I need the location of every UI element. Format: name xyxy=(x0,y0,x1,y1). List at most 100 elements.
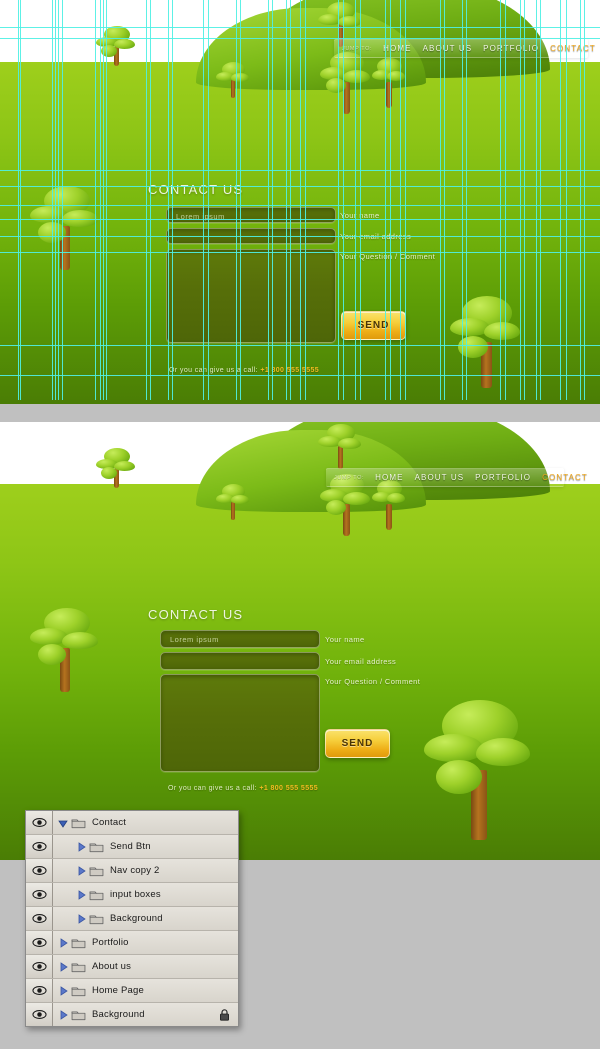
nav-item-portfolio[interactable]: PORTFOLIO xyxy=(483,44,539,53)
tree-top-right xyxy=(372,58,406,108)
layer-body[interactable]: Background xyxy=(53,1003,238,1026)
layer-row[interactable]: Contact xyxy=(26,811,238,835)
call-prefix-preview: Or you can give us a call: xyxy=(168,785,260,792)
eye-icon[interactable] xyxy=(31,960,47,973)
layer-row[interactable]: Background xyxy=(26,907,238,931)
folder-icon xyxy=(89,867,104,876)
folder-icon xyxy=(89,915,104,924)
name-label-preview: Your name xyxy=(325,635,365,644)
eye-icon[interactable] xyxy=(31,840,47,853)
call-number-top: +1 800 555 5555 xyxy=(260,367,320,374)
tree-top-bottomright xyxy=(450,296,522,388)
chevron-right-icon[interactable] xyxy=(75,889,87,901)
nav-item-home[interactable]: HOME xyxy=(383,44,411,53)
nav-item-home-preview[interactable]: HOME xyxy=(375,473,403,482)
layer-body[interactable]: Contact xyxy=(53,811,238,834)
layer-name: Home Page xyxy=(92,985,144,996)
layer-visibility-toggle[interactable] xyxy=(26,931,53,954)
eye-icon[interactable] xyxy=(31,864,47,877)
tree-top-mid xyxy=(320,52,372,114)
send-button-preview[interactable]: SEND xyxy=(325,729,390,758)
top-design-panel: JUMP TO: HOME ABOUT US PORTFOLIO CONTACT… xyxy=(0,0,600,404)
tree-bottom-right xyxy=(372,480,406,530)
layer-name: Send Btn xyxy=(110,841,151,852)
chevron-right-icon[interactable] xyxy=(75,865,87,877)
layer-row[interactable]: About us xyxy=(26,955,238,979)
name-input-preview[interactable]: Lorem ipsum xyxy=(160,630,320,648)
layer-row[interactable]: Portfolio xyxy=(26,931,238,955)
layer-name: Background xyxy=(92,1009,145,1020)
message-label-preview: Your Question / Comment xyxy=(325,677,421,686)
folder-icon xyxy=(89,843,104,852)
nav-item-portfolio-preview[interactable]: PORTFOLIO xyxy=(475,473,531,482)
nav-item-about-us[interactable]: ABOUT US xyxy=(423,44,473,53)
message-input-top[interactable] xyxy=(166,249,336,343)
layer-visibility-toggle[interactable] xyxy=(26,883,53,906)
layer-name: Nav copy 2 xyxy=(110,865,160,876)
chevron-right-icon[interactable] xyxy=(57,985,69,997)
layer-name: Portfolio xyxy=(92,937,129,948)
message-label-top: Your Question / Comment xyxy=(340,252,436,261)
folder-icon xyxy=(71,963,86,972)
chevron-right-icon[interactable] xyxy=(57,961,69,973)
tree-top-left xyxy=(96,26,136,66)
eye-icon[interactable] xyxy=(31,936,47,949)
layer-body[interactable]: Nav copy 2 xyxy=(53,859,238,882)
eye-icon[interactable] xyxy=(31,816,47,829)
chevron-down-icon[interactable] xyxy=(57,817,69,829)
layer-row[interactable]: Home Page xyxy=(26,979,238,1003)
layer-name: Contact xyxy=(92,817,127,828)
chevron-right-icon[interactable] xyxy=(75,841,87,853)
layer-body[interactable]: About us xyxy=(53,955,238,978)
layer-visibility-toggle[interactable] xyxy=(26,859,53,882)
folder-icon xyxy=(71,1011,86,1020)
email-input-top[interactable] xyxy=(166,228,336,244)
eye-icon[interactable] xyxy=(31,1008,47,1021)
layers-panel[interactable]: Contact Send Btn Nav copy 2 input boxes Back… xyxy=(25,810,239,1027)
layer-visibility-toggle[interactable] xyxy=(26,1003,53,1026)
folder-icon xyxy=(71,987,86,996)
folder-icon xyxy=(71,939,86,948)
eye-icon[interactable] xyxy=(31,888,47,901)
nav-bar-preview[interactable]: JUMP TO: HOME ABOUT US PORTFOLIO CONTACT xyxy=(326,468,587,487)
name-input-value-top: Lorem ipsum xyxy=(176,212,225,221)
chevron-right-icon[interactable] xyxy=(57,1009,69,1021)
call-line-preview: Or you can give us a call: +1 800 555 55… xyxy=(168,785,318,792)
layer-row[interactable]: Nav copy 2 xyxy=(26,859,238,883)
layer-visibility-toggle[interactable] xyxy=(26,979,53,1002)
email-label-top: Your email address xyxy=(340,232,412,241)
screenshot-root: JUMP TO: HOME ABOUT US PORTFOLIO CONTACT… xyxy=(0,0,600,1049)
layer-row[interactable]: Send Btn xyxy=(26,835,238,859)
layer-visibility-toggle[interactable] xyxy=(26,955,53,978)
layer-body[interactable]: Background xyxy=(53,907,238,930)
message-input-preview[interactable] xyxy=(160,674,320,772)
layer-visibility-toggle[interactable] xyxy=(26,811,53,834)
layer-body[interactable]: Portfolio xyxy=(53,931,238,954)
call-number-preview: +1 800 555 5555 xyxy=(259,785,319,792)
nav-item-about-us-preview[interactable]: ABOUT US xyxy=(415,473,465,482)
chevron-right-icon[interactable] xyxy=(75,913,87,925)
layer-visibility-toggle[interactable] xyxy=(26,835,53,858)
eye-icon[interactable] xyxy=(31,984,47,997)
layer-body[interactable]: input boxes xyxy=(53,883,238,906)
tree-bottom-hillA xyxy=(318,424,362,469)
layer-body[interactable]: Home Page xyxy=(53,979,238,1002)
layer-name: input boxes xyxy=(110,889,161,900)
layer-body[interactable]: Send Btn xyxy=(53,835,238,858)
panel-divider xyxy=(0,404,600,422)
email-input-preview[interactable] xyxy=(160,652,320,670)
name-label-top: Your name xyxy=(340,211,380,220)
layer-visibility-toggle[interactable] xyxy=(26,907,53,930)
nav-item-contact-preview[interactable]: CONTACT xyxy=(542,473,588,482)
send-button-top[interactable]: SEND xyxy=(341,311,406,340)
bottom-preview-panel: JUMP TO: HOME ABOUT US PORTFOLIO CONTACT… xyxy=(0,422,600,860)
layer-row[interactable]: Background xyxy=(26,1003,238,1026)
tree-bottom-bottomright xyxy=(424,700,534,840)
eye-icon[interactable] xyxy=(31,912,47,925)
chevron-right-icon[interactable] xyxy=(57,937,69,949)
nav-bar-top[interactable]: JUMP TO: HOME ABOUT US PORTFOLIO CONTACT xyxy=(334,39,595,58)
layer-row[interactable]: input boxes xyxy=(26,883,238,907)
nav-item-contact[interactable]: CONTACT xyxy=(550,44,596,53)
tree-bottom-hillB xyxy=(216,484,250,520)
name-input-top[interactable]: Lorem ipsum xyxy=(166,207,336,223)
